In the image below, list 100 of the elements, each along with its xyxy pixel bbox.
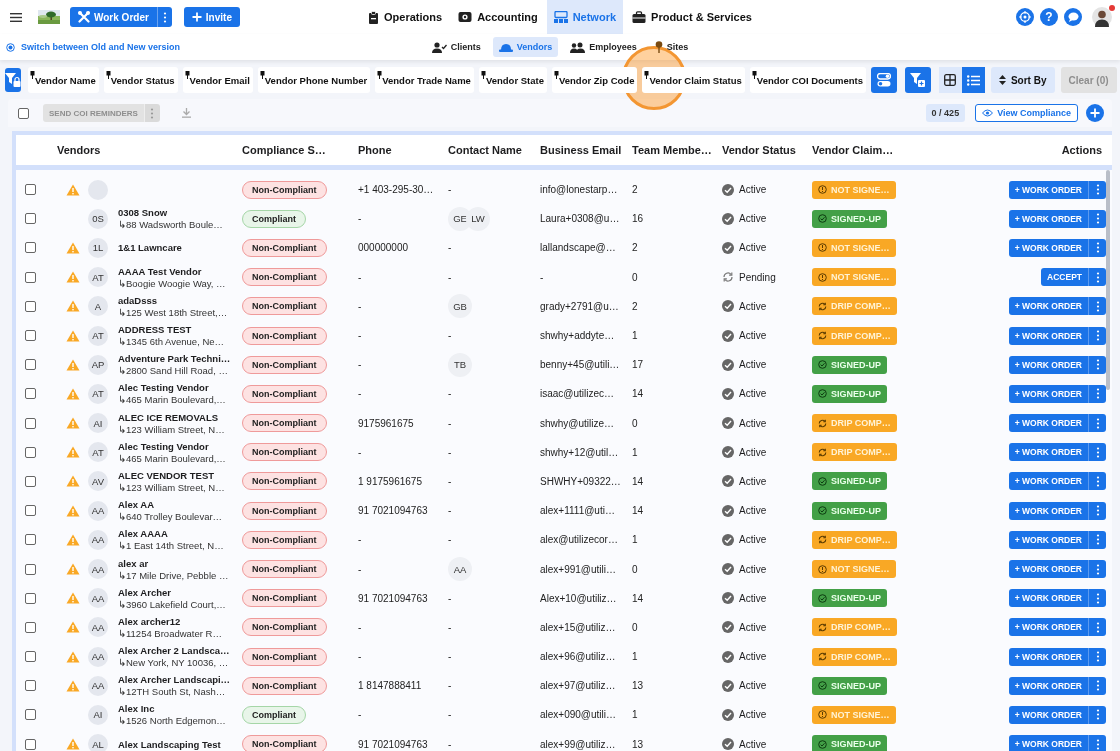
row-checkbox[interactable]	[24, 242, 36, 254]
filter-chip[interactable]: Vendor Trade Name	[375, 67, 474, 93]
row-checkbox[interactable]	[24, 651, 36, 663]
row-action-button[interactable]: + WORK ORDER	[1008, 180, 1088, 199]
scrollbar[interactable]	[1106, 170, 1110, 390]
version-switch-link[interactable]: Switch between Old and New version	[21, 42, 181, 52]
vendor-name[interactable]: Alex Archer Landscapi…	[118, 674, 242, 686]
section-tab[interactable]: Clients	[425, 37, 487, 57]
row-checkbox[interactable]	[24, 330, 36, 342]
filter-chip[interactable]: Vendor Zip Code	[551, 67, 638, 93]
column-header[interactable]: Actions	[1004, 144, 1112, 156]
vendor-name[interactable]: Alex Archer	[118, 586, 242, 598]
more-button[interactable]	[1088, 530, 1106, 549]
row-action-button[interactable]: + WORK ORDER	[1008, 297, 1088, 316]
nav-tab[interactable]: Accounting	[451, 0, 545, 34]
user-avatar[interactable]	[1092, 7, 1112, 27]
row-checkbox[interactable]	[24, 709, 36, 721]
row-action-button[interactable]: + WORK ORDER	[1008, 501, 1088, 520]
row-action-button[interactable]: + WORK ORDER	[1008, 735, 1088, 751]
more-button[interactable]	[1088, 501, 1106, 520]
more-button[interactable]	[1088, 735, 1106, 751]
vendor-name[interactable]: Alex Archer 2 Landsca…	[118, 645, 242, 657]
row-action-button[interactable]: + WORK ORDER	[1008, 530, 1088, 549]
row-checkbox[interactable]	[24, 184, 36, 196]
more-button[interactable]	[1088, 647, 1106, 666]
more-button[interactable]	[1088, 355, 1106, 374]
row-checkbox[interactable]	[24, 359, 36, 371]
more-button[interactable]	[1088, 472, 1106, 491]
more-button[interactable]	[1088, 414, 1106, 433]
vendor-name[interactable]: Alex archer12	[118, 615, 242, 627]
add-button[interactable]	[1086, 104, 1104, 122]
row-action-button[interactable]: + WORK ORDER	[1008, 589, 1088, 608]
row-checkbox[interactable]	[24, 300, 36, 312]
row-action-button[interactable]: + WORK ORDER	[1008, 209, 1088, 228]
row-checkbox[interactable]	[24, 475, 36, 487]
more-button[interactable]	[1088, 180, 1106, 199]
column-header[interactable]: Business Email	[540, 144, 632, 156]
column-header[interactable]: Team Membe…	[632, 144, 722, 156]
row-action-button[interactable]: + WORK ORDER	[1008, 414, 1088, 433]
vendor-name[interactable]: adaDsss	[118, 294, 242, 306]
more-button[interactable]	[1088, 618, 1106, 637]
row-checkbox[interactable]	[24, 592, 36, 604]
row-action-button[interactable]: + WORK ORDER	[1008, 238, 1088, 257]
vendor-name[interactable]: Alex Landscaping Test	[118, 738, 242, 750]
row-checkbox[interactable]	[24, 213, 36, 225]
filter-chip[interactable]: Vendor Phone Number	[257, 67, 371, 93]
more-button[interactable]	[1088, 676, 1106, 695]
filter-chip[interactable]: Vendor COI Documents	[749, 67, 866, 93]
columns-toggle-button[interactable]	[870, 67, 897, 93]
filter-chip[interactable]: Vendor Claim Status	[642, 67, 745, 93]
select-all-checkbox[interactable]	[18, 107, 29, 119]
more-button[interactable]	[1088, 268, 1106, 287]
vendor-name[interactable]: Alex Inc	[118, 703, 242, 715]
list-view-button[interactable]	[961, 67, 985, 93]
more-button[interactable]	[1088, 443, 1106, 462]
menu-button[interactable]	[8, 10, 24, 24]
invite-button[interactable]: Invite	[183, 7, 240, 27]
grid-view-button[interactable]	[938, 67, 962, 93]
row-checkbox[interactable]	[24, 680, 36, 692]
vendor-name[interactable]: ADDRESS TEST	[118, 324, 242, 336]
chat-button[interactable]	[1064, 8, 1082, 26]
column-header[interactable]: Compliance S…	[242, 144, 358, 156]
row-checkbox[interactable]	[24, 417, 36, 429]
column-header[interactable]: Vendor Status	[722, 144, 812, 156]
work-order-button[interactable]: Work Order	[70, 7, 157, 27]
row-checkbox[interactable]	[24, 621, 36, 633]
row-checkbox[interactable]	[24, 446, 36, 458]
filter-chip[interactable]: Vendor Status	[103, 67, 178, 93]
view-compliance-button[interactable]: View Compliance	[975, 104, 1078, 122]
vendor-name[interactable]: Alex AA	[118, 499, 242, 511]
row-action-button[interactable]: + WORK ORDER	[1008, 443, 1088, 462]
row-checkbox[interactable]	[24, 563, 36, 575]
row-action-button[interactable]: + WORK ORDER	[1008, 355, 1088, 374]
section-tab[interactable]: Sites	[648, 37, 695, 57]
help-button[interactable]: ?	[1040, 8, 1058, 26]
row-checkbox[interactable]	[24, 388, 36, 400]
vendor-name[interactable]: 1&1 Lawncare	[118, 242, 242, 254]
vendor-name[interactable]: Adventure Park Techni…	[118, 353, 242, 365]
vendor-name[interactable]: Alec Testing Vendor	[118, 382, 242, 394]
row-action-button[interactable]: + WORK ORDER	[1008, 472, 1088, 491]
target-button[interactable]	[1016, 8, 1034, 26]
column-header[interactable]: Vendors	[44, 144, 242, 156]
row-action-button[interactable]: + WORK ORDER	[1008, 705, 1088, 724]
more-button[interactable]	[1088, 209, 1106, 228]
row-action-button[interactable]: + WORK ORDER	[1008, 326, 1088, 345]
nav-tab[interactable]: Product & Services	[625, 0, 759, 34]
sort-button[interactable]: Sort By	[990, 67, 1055, 93]
filter-chip[interactable]: Vendor Name	[28, 67, 99, 93]
nav-tab[interactable]: Operations	[361, 0, 450, 34]
row-action-button[interactable]: + WORK ORDER	[1008, 676, 1088, 695]
more-button[interactable]	[1088, 238, 1106, 257]
column-header[interactable]: Phone	[358, 144, 448, 156]
more-button[interactable]	[1088, 326, 1106, 345]
row-action-button[interactable]: + WORK ORDER	[1008, 647, 1088, 666]
add-filter-button[interactable]	[904, 67, 931, 93]
row-action-button[interactable]: + WORK ORDER	[1008, 560, 1088, 579]
row-checkbox[interactable]	[24, 505, 36, 517]
more-button[interactable]	[1088, 589, 1106, 608]
row-checkbox[interactable]	[24, 534, 36, 546]
column-header[interactable]: Vendor Claim…	[812, 144, 1004, 156]
